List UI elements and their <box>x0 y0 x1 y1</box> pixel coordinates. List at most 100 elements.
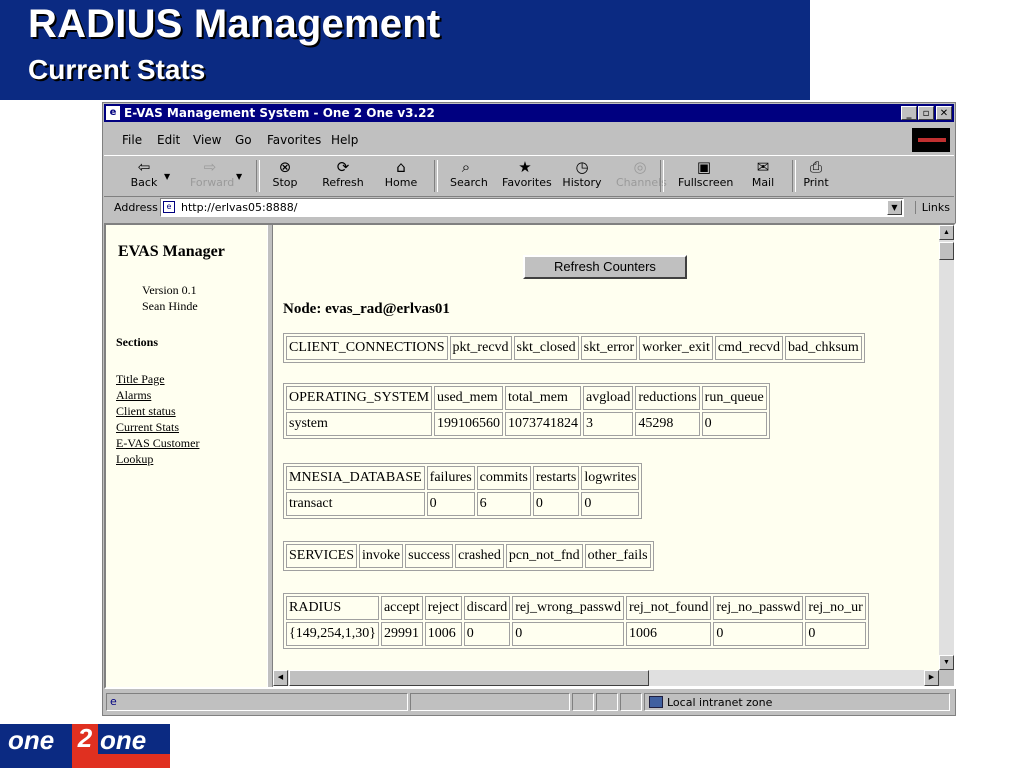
scroll-down-button[interactable]: ▼ <box>939 655 954 670</box>
header-cell: cmd_recvd <box>714 336 784 360</box>
table-cell: 0 <box>512 622 624 646</box>
scroll-left-button[interactable]: ◀ <box>273 670 288 686</box>
table-cell: 0 <box>805 622 866 646</box>
table-row: transact 0 6 0 0 <box>286 492 640 516</box>
table-header-row: SERVICES invoke success crashed pcn_not_fnd o… <box>286 544 651 568</box>
menu-favorites[interactable]: Favorites <box>267 133 321 147</box>
menu-bar: File Edit View Go Favorites Help <box>104 125 954 153</box>
window-title: E-VAS Management System - One 2 One v3.2… <box>124 106 435 120</box>
header-cell: accept <box>380 596 423 620</box>
forward-dropdown-button[interactable]: ▼ <box>236 172 242 181</box>
header-cell: used_mem <box>434 386 504 410</box>
address-label: Address <box>114 201 158 214</box>
close-button[interactable]: ✕ <box>936 106 952 120</box>
links-button[interactable]: Links <box>914 201 950 214</box>
toolbar-label: Home <box>384 176 418 189</box>
page-icon: e <box>163 201 175 213</box>
link-evas-customer[interactable]: E-VAS Customer <box>116 435 199 451</box>
toolbar: ⇦ Back ⇨ Forward ⊗ Stop ⟳ Refresh ⌂ Home ⌕ Search ★ F… <box>104 155 954 197</box>
toolbar-label: Fullscreen <box>678 176 734 189</box>
header-cell: pcn_not_fnd <box>505 544 583 568</box>
toolbar-separator <box>792 160 796 192</box>
slide-subtitle: Current Stats <box>28 54 206 85</box>
toolbar-print-button[interactable]: ⎙ Print <box>802 158 830 190</box>
toolbar-search-button[interactable]: ⌕ Search <box>450 158 488 190</box>
table-cell: 45298 <box>635 412 700 436</box>
header-cell: rej_wrong_passwd <box>512 596 624 620</box>
header-cell: success <box>405 544 454 568</box>
header-cell: RADIUS <box>286 596 379 620</box>
table-header-row: CLIENT_CONNECTIONS pkt_recvd skt_closed skt… <box>286 336 862 360</box>
address-dropdown-button[interactable]: ▼ <box>887 200 902 215</box>
scroll-corner <box>939 670 954 686</box>
toolbar-label: Print <box>803 176 829 189</box>
vertical-scroll-thumb[interactable] <box>939 242 954 260</box>
toolbar-stop-button[interactable]: ⊗ Stop <box>270 158 300 190</box>
scroll-right-button[interactable]: ▶ <box>924 670 939 686</box>
link-title-page[interactable]: Title Page <box>116 371 199 387</box>
toolbar-history-button[interactable]: ◷ History <box>562 158 602 190</box>
sections-heading: Sections <box>116 335 158 349</box>
menu-file[interactable]: File <box>122 133 142 147</box>
table-cell: 0 <box>532 492 580 516</box>
radius-table: RADIUS accept reject discard rej_wrong_passw… <box>283 593 869 649</box>
menu-help[interactable]: Help <box>331 133 358 147</box>
table-row: system 199106560 1073741824 3 45298 0 <box>286 412 767 436</box>
address-input[interactable]: e http://erlvas05:8888/ ▼ <box>160 198 904 217</box>
forward-arrow-icon: ⇨ <box>203 158 217 176</box>
channels-icon: ◎ <box>633 158 647 176</box>
link-current-stats[interactable]: Current Stats <box>116 419 199 435</box>
table-row: {149,254,1,30} 29991 1006 0 0 1006 0 0 <box>286 622 866 646</box>
header-cell: skt_error <box>580 336 638 360</box>
services-table: SERVICES invoke success crashed pcn_not_fnd o… <box>283 541 654 571</box>
horizontal-scrollbar[interactable]: ◀ ▶ <box>273 670 939 686</box>
toolbar-favorites-button[interactable]: ★ Favorites <box>502 158 552 190</box>
toolbar-mail-button[interactable]: ✉ Mail <box>750 158 776 190</box>
toolbar-fullscreen-button[interactable]: ▣ Fullscreen <box>678 158 734 190</box>
operating-system-table: OPERATING_SYSTEM used_mem total_mem avgload… <box>283 383 770 439</box>
header-cell: rej_no_ur <box>805 596 866 620</box>
table-cell: transact <box>286 492 425 516</box>
header-cell: discard <box>463 596 511 620</box>
slide-title: RADIUS Management <box>28 2 441 46</box>
link-lookup[interactable]: Lookup <box>116 451 199 467</box>
logo-text-right: one <box>100 725 147 755</box>
table-cell: 6 <box>476 492 531 516</box>
title-bar[interactable]: e E-VAS Management System - One 2 One v3… <box>104 104 954 122</box>
header-cell: other_fails <box>584 544 651 568</box>
content-area: EVAS Manager Version 0.1 Sean Hinde Sect… <box>104 223 956 689</box>
zone-cell: Local intranet zone <box>644 693 950 711</box>
link-client-status[interactable]: Client status <box>116 403 199 419</box>
header-cell: worker_exit <box>639 336 713 360</box>
toolbar-refresh-button[interactable]: ⟳ Refresh <box>322 158 364 190</box>
client-connections-table: CLIENT_CONNECTIONS pkt_recvd skt_closed skt… <box>283 333 865 363</box>
vertical-scrollbar[interactable]: ▲ ▼ <box>939 225 954 670</box>
maximize-button[interactable]: ▫ <box>918 106 934 120</box>
address-url: http://erlvas05:8888/ <box>181 201 298 214</box>
toolbar-separator <box>434 160 438 192</box>
history-icon: ◷ <box>575 158 589 176</box>
scroll-up-button[interactable]: ▲ <box>939 225 954 240</box>
toolbar-home-button[interactable]: ⌂ Home <box>384 158 418 190</box>
toolbar-label: Channels <box>616 176 667 189</box>
horizontal-scroll-thumb[interactable] <box>289 670 649 686</box>
refresh-counters-button[interactable]: Refresh Counters <box>523 255 687 279</box>
table-cell: {149,254,1,30} <box>286 622 379 646</box>
toolbar-channels-button[interactable]: ◎ Channels <box>616 158 667 190</box>
header-cell: SERVICES <box>286 544 358 568</box>
back-dropdown-button[interactable]: ▼ <box>164 172 170 181</box>
menu-view[interactable]: View <box>193 133 221 147</box>
section-links: Title Page Alarms Client status Current … <box>116 371 199 467</box>
header-cell: restarts <box>532 466 580 490</box>
menu-edit[interactable]: Edit <box>157 133 180 147</box>
toolbar-forward-button[interactable]: ⇨ Forward <box>190 158 234 190</box>
link-alarms[interactable]: Alarms <box>116 387 199 403</box>
header-cell: logwrites <box>581 466 640 490</box>
minimize-button[interactable]: _ <box>901 106 917 120</box>
toolbar-label: Refresh <box>322 176 364 189</box>
header-cell: MNESIA_DATABASE <box>286 466 425 490</box>
menu-go[interactable]: Go <box>235 133 252 147</box>
address-bar: Address e http://erlvas05:8888/ ▼ Links <box>104 196 954 220</box>
toolbar-back-button[interactable]: ⇦ Back <box>130 158 158 190</box>
toolbar-label: Search <box>450 176 488 189</box>
